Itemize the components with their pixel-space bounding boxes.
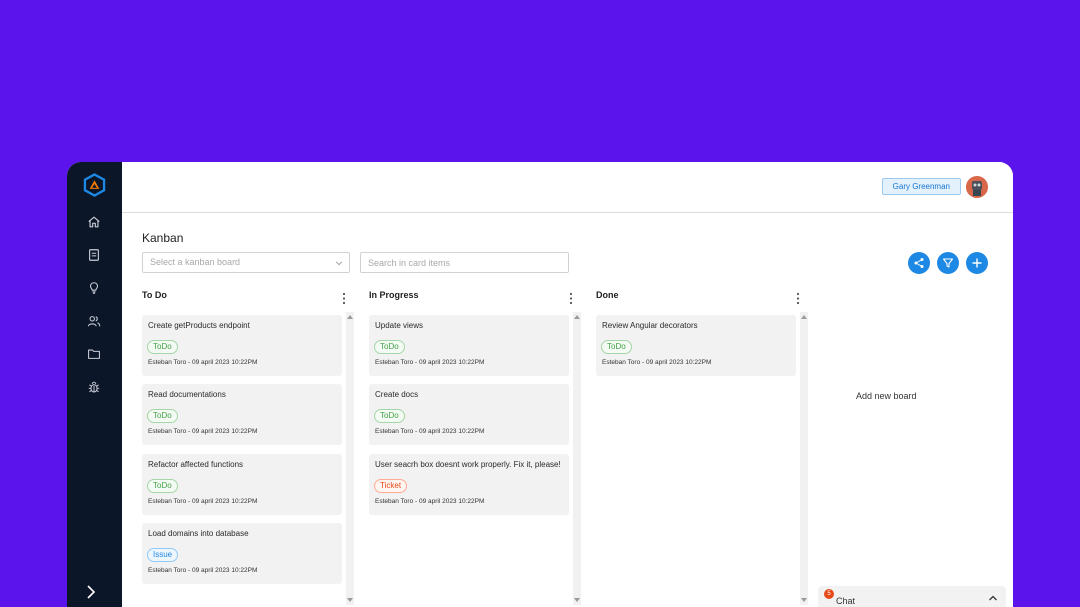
- add-card-button[interactable]: [966, 252, 988, 274]
- card-title: Review Angular decorators: [602, 321, 698, 330]
- sidebar: [67, 162, 122, 607]
- column-scrollbar[interactable]: [800, 312, 808, 605]
- card-tag: ToDo: [147, 340, 178, 354]
- column-menu-kebab-icon[interactable]: [341, 292, 347, 305]
- book-icon[interactable]: [85, 246, 103, 264]
- card-tag: ToDo: [374, 340, 405, 354]
- lightbulb-icon[interactable]: [85, 279, 103, 297]
- column-title-todo: To Do: [142, 290, 167, 300]
- filter-button[interactable]: [937, 252, 959, 274]
- scroll-up-arrow-icon[interactable]: [347, 315, 353, 319]
- filter-icon: [942, 258, 954, 268]
- user-avatar-icon: [966, 176, 988, 198]
- card-meta: Esteban Toro - 09 april 2023 10:22PM: [602, 359, 712, 366]
- card-meta: Esteban Toro - 09 april 2023 10:22PM: [375, 498, 485, 505]
- kanban-card[interactable]: Create docs ToDo Esteban Toro - 09 april…: [369, 384, 569, 445]
- column-scrollbar[interactable]: [346, 312, 354, 605]
- card-title: Update views: [375, 321, 424, 330]
- kanban-card[interactable]: User seacrh box doesnt work properly. Fi…: [369, 454, 569, 515]
- share-icon: [914, 258, 924, 268]
- scroll-up-arrow-icon[interactable]: [801, 315, 807, 319]
- card-title: Read documentations: [148, 390, 226, 399]
- bug-icon[interactable]: [85, 378, 103, 396]
- column-scrollbar[interactable]: [573, 312, 581, 605]
- column-title-in-progress: In Progress: [369, 290, 419, 300]
- top-bar: Gary Greenman: [122, 162, 1013, 213]
- kanban-card[interactable]: Update views ToDo Esteban Toro - 09 apri…: [369, 315, 569, 376]
- page-title: Kanban: [142, 231, 184, 245]
- scroll-down-arrow-icon[interactable]: [801, 598, 807, 602]
- card-title: Create docs: [375, 390, 419, 399]
- add-new-board-button[interactable]: Add new board: [856, 391, 917, 401]
- column-menu-kebab-icon[interactable]: [568, 292, 574, 305]
- card-meta: Esteban Toro - 09 april 2023 10:22PM: [148, 428, 258, 435]
- kanban-board-select[interactable]: Select a kanban board: [142, 252, 350, 273]
- card-title: User seacrh box doesnt work properly. Fi…: [375, 460, 561, 469]
- card-meta: Esteban Toro - 09 april 2023 10:22PM: [375, 359, 485, 366]
- card-title: Refactor affected functions: [148, 460, 244, 469]
- column-title-done: Done: [596, 290, 619, 300]
- board-select-placeholder: Select a kanban board: [150, 257, 241, 267]
- column-todo: Create getProducts endpoint ToDo Esteban…: [142, 312, 352, 607]
- user-name-chip[interactable]: Gary Greenman: [881, 178, 961, 195]
- card-search-input[interactable]: [360, 252, 569, 273]
- chevron-up-icon[interactable]: [988, 594, 998, 602]
- column-in-progress: Update views ToDo Esteban Toro - 09 apri…: [369, 312, 579, 607]
- kanban-card[interactable]: Read documentations ToDo Esteban Toro - …: [142, 384, 342, 445]
- share-button[interactable]: [908, 252, 930, 274]
- chat-label: Chat: [836, 596, 856, 606]
- kanban-card[interactable]: Refactor affected functions ToDo Esteban…: [142, 454, 342, 515]
- kanban-card[interactable]: Load domains into database Issue Esteban…: [142, 523, 342, 584]
- column-done: Review Angular decorators ToDo Esteban T…: [596, 312, 806, 607]
- chat-panel-toggle[interactable]: 5 Chat: [818, 586, 1006, 607]
- card-meta: Esteban Toro - 09 april 2023 10:22PM: [148, 567, 258, 574]
- card-tag: Ticket: [374, 479, 408, 493]
- expand-sidebar-chevron-icon[interactable]: [83, 584, 99, 600]
- chevron-down-icon: [335, 261, 343, 266]
- card-tag: ToDo: [147, 479, 178, 493]
- kanban-card[interactable]: Create getProducts endpoint ToDo Esteban…: [142, 315, 342, 376]
- scroll-up-arrow-icon[interactable]: [574, 315, 580, 319]
- card-tag: Issue: [147, 548, 179, 562]
- card-meta: Esteban Toro - 09 april 2023 10:22PM: [148, 498, 258, 505]
- card-meta: Esteban Toro - 09 april 2023 10:22PM: [375, 428, 485, 435]
- app-logo-icon[interactable]: [83, 173, 106, 197]
- chat-unread-badge: 5: [824, 589, 834, 599]
- card-title: Load domains into database: [148, 529, 249, 538]
- card-tag: ToDo: [374, 409, 405, 423]
- plus-icon: [972, 258, 982, 268]
- home-icon[interactable]: [85, 213, 103, 231]
- card-meta: Esteban Toro - 09 april 2023 10:22PM: [148, 359, 258, 366]
- scroll-down-arrow-icon[interactable]: [347, 598, 353, 602]
- app-window: Gary Greenman Kanban Select a kanban boa…: [67, 162, 1013, 607]
- scroll-down-arrow-icon[interactable]: [574, 598, 580, 602]
- kanban-card[interactable]: Review Angular decorators ToDo Esteban T…: [596, 315, 796, 376]
- users-icon[interactable]: [85, 312, 103, 330]
- column-menu-kebab-icon[interactable]: [795, 292, 801, 305]
- card-tag: ToDo: [147, 409, 178, 423]
- card-title: Create getProducts endpoint: [148, 321, 250, 330]
- folder-icon[interactable]: [85, 345, 103, 363]
- avatar[interactable]: [966, 176, 988, 198]
- card-tag: ToDo: [601, 340, 632, 354]
